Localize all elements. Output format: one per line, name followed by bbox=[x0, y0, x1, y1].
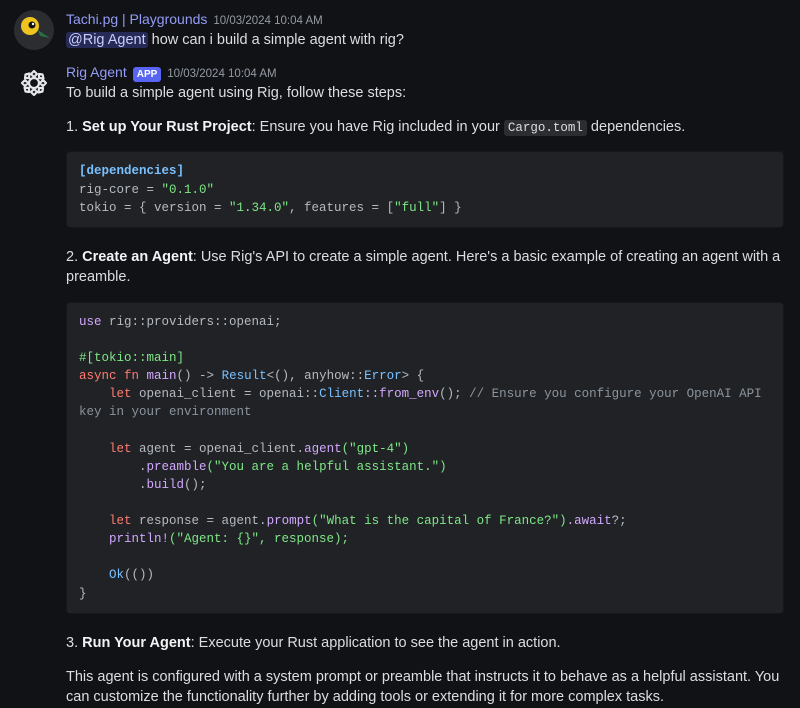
code-token: <(), anyhow:: bbox=[267, 369, 365, 383]
step-number: 3. bbox=[66, 635, 82, 651]
timestamp: 10/03/2024 10:04 AM bbox=[213, 14, 322, 30]
message-content: @Rig Agent how can i build a simple agen… bbox=[66, 31, 784, 51]
code-token: response = agent. bbox=[132, 514, 267, 528]
code-token: Ok bbox=[79, 568, 124, 582]
step-1: 1. Set up Your Rust Project: Ensure you … bbox=[66, 118, 784, 138]
step-number: 2. bbox=[66, 249, 82, 265]
gear-icon bbox=[14, 63, 54, 103]
code-token: (); bbox=[439, 387, 469, 401]
code-block[interactable]: [dependencies] rig-core = "0.1.0" tokio … bbox=[66, 151, 784, 227]
code-token: let bbox=[79, 387, 132, 401]
code-token: #[tokio::main] bbox=[79, 351, 184, 365]
message-text: how can i build a simple agent with rig? bbox=[148, 32, 404, 48]
step-title: Set up Your Rust Project bbox=[82, 119, 251, 135]
step-number: 1. bbox=[66, 119, 82, 135]
code-token: rig-core = bbox=[79, 183, 162, 197]
code-token: ("gpt-4") bbox=[342, 442, 410, 456]
mention[interactable]: @Rig Agent bbox=[66, 32, 148, 48]
code-token: "0.1.0" bbox=[162, 183, 215, 197]
code-token: agent = openai_client. bbox=[132, 442, 305, 456]
code-token: preamble bbox=[147, 460, 207, 474]
message-header: Tachi.pg | Playgrounds 10/03/2024 10:04 … bbox=[66, 10, 784, 30]
code-token: . bbox=[79, 478, 147, 492]
message: Tachi.pg | Playgrounds 10/03/2024 10:04 … bbox=[14, 10, 784, 51]
code-token: fn bbox=[117, 369, 147, 383]
code-token: Client bbox=[319, 387, 364, 401]
message: Rig Agent APP 10/03/2024 10:04 AM To bui… bbox=[14, 63, 784, 708]
code-token: println! bbox=[79, 532, 169, 546]
code-token: ::from_env bbox=[364, 387, 439, 401]
step-text: : Execute your Rust application to see t… bbox=[191, 635, 561, 651]
avatar[interactable] bbox=[14, 63, 54, 103]
step-2: 2. Create an Agent: Use Rig's API to cre… bbox=[66, 248, 784, 288]
code-token: let bbox=[79, 442, 132, 456]
code-token: ("What is the capital of France?") bbox=[312, 514, 567, 528]
code-token: [dependencies] bbox=[79, 164, 184, 178]
avatar[interactable] bbox=[14, 10, 54, 50]
step-title: Create an Agent bbox=[82, 249, 193, 265]
code-token: (()) bbox=[124, 568, 154, 582]
code-token: async bbox=[79, 369, 117, 383]
code-token: build bbox=[147, 478, 185, 492]
code-token: ] } bbox=[439, 201, 462, 215]
message-content: To build a simple agent using Rig, follo… bbox=[66, 84, 784, 708]
code-token: , features = [ bbox=[289, 201, 394, 215]
code-token: rig::providers::openai; bbox=[102, 315, 282, 329]
code-token: openai_client = openai:: bbox=[132, 387, 320, 401]
code-token: (); bbox=[184, 478, 207, 492]
code-token: .await bbox=[567, 514, 612, 528]
timestamp: 10/03/2024 10:04 AM bbox=[167, 67, 276, 83]
code-token: use bbox=[79, 315, 102, 329]
code-token: "full" bbox=[394, 201, 439, 215]
inline-code: Cargo.toml bbox=[504, 120, 587, 136]
code-token: tokio = { version = bbox=[79, 201, 229, 215]
outro-text: This agent is configured with a system p… bbox=[66, 668, 784, 708]
code-token: "1.34.0" bbox=[229, 201, 289, 215]
username[interactable]: Tachi.pg | Playgrounds bbox=[66, 10, 207, 29]
code-token: Result bbox=[222, 369, 267, 383]
code-token: Error bbox=[364, 369, 402, 383]
code-token: ("You are a helpful assistant.") bbox=[207, 460, 447, 474]
step-3: 3. Run Your Agent: Execute your Rust app… bbox=[66, 634, 784, 654]
code-token: > { bbox=[402, 369, 425, 383]
code-token: . bbox=[79, 460, 147, 474]
step-title: Run Your Agent bbox=[82, 635, 190, 651]
message-body: Rig Agent APP 10/03/2024 10:04 AM To bui… bbox=[66, 63, 784, 708]
parrot-avatar-icon bbox=[14, 10, 54, 50]
step-text: dependencies. bbox=[587, 119, 685, 135]
code-token: main bbox=[147, 369, 177, 383]
message-body: Tachi.pg | Playgrounds 10/03/2024 10:04 … bbox=[66, 10, 784, 51]
code-block[interactable]: use rig::providers::openai; #[tokio::mai… bbox=[66, 302, 784, 614]
code-token: ?; bbox=[612, 514, 627, 528]
code-token: } bbox=[79, 587, 87, 601]
username[interactable]: Rig Agent bbox=[66, 63, 127, 82]
message-header: Rig Agent APP 10/03/2024 10:04 AM bbox=[66, 63, 784, 83]
code-token: let bbox=[79, 514, 132, 528]
code-token: () -> bbox=[177, 369, 222, 383]
app-badge: APP bbox=[133, 67, 162, 82]
step-text: : Ensure you have Rig included in your bbox=[252, 119, 504, 135]
intro-text: To build a simple agent using Rig, follo… bbox=[66, 85, 406, 101]
code-token: prompt bbox=[267, 514, 312, 528]
code-token: ("Agent: {}", response); bbox=[169, 532, 349, 546]
code-token: agent bbox=[304, 442, 342, 456]
